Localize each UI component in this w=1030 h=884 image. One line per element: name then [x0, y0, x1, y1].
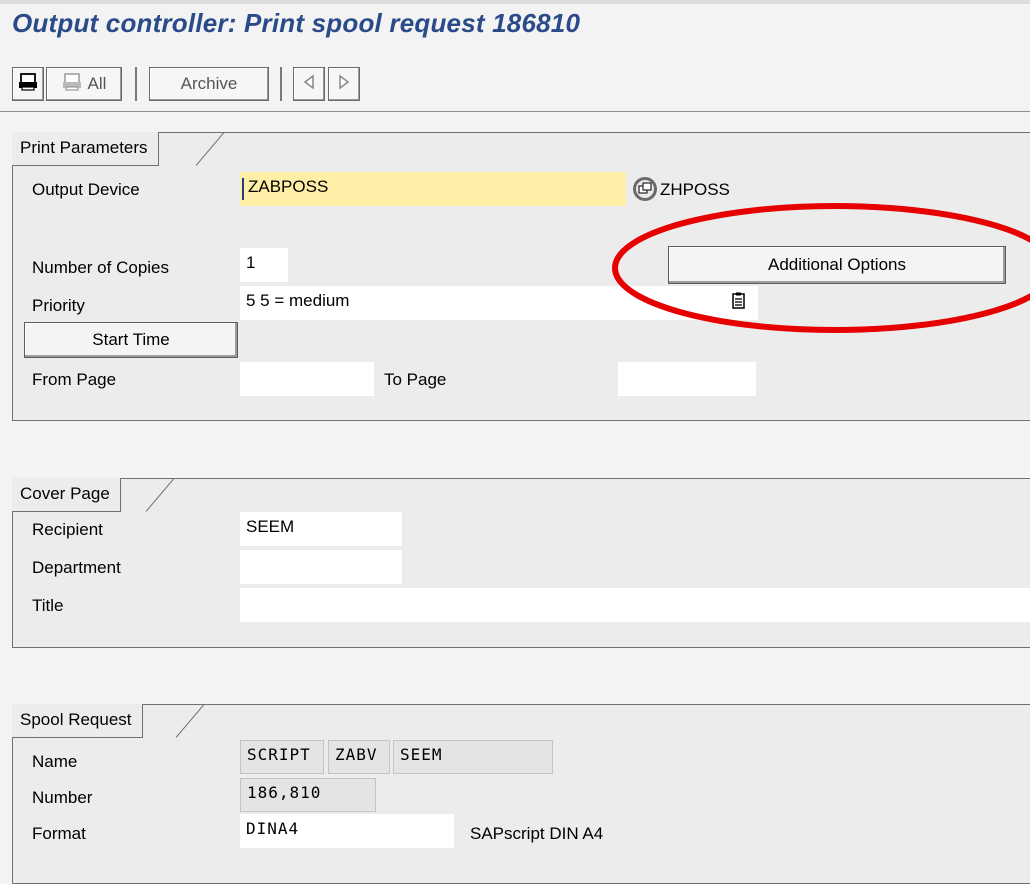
print-button[interactable] [12, 67, 44, 101]
next-button[interactable] [328, 67, 360, 101]
output-device-label: Output Device [32, 180, 140, 199]
next-icon [337, 74, 351, 95]
recipient-label: Recipient [32, 520, 103, 539]
spool-name-field-2: ZABV [328, 740, 390, 774]
spool-number-label: Number [32, 788, 93, 807]
format-description: SAPscript DIN A4 [470, 824, 604, 843]
department-field[interactable] [240, 550, 402, 584]
toolbar-separator [280, 67, 282, 101]
tab-corner [176, 704, 204, 738]
page-title: Output controller: Print spool request 1… [12, 8, 581, 38]
print-parameters-tab: Print Parameters [12, 132, 159, 166]
spool-name-label: Name [32, 752, 78, 771]
previous-button[interactable] [293, 67, 325, 101]
print-all-label: All [87, 74, 107, 93]
printer-disabled-icon [62, 72, 82, 97]
device-icon [632, 177, 658, 206]
spool-name-field-1: SCRIPT [240, 740, 324, 774]
copies-label: Number of Copies [32, 258, 170, 277]
spool-number-field: 186,810 [240, 778, 376, 812]
archive-button[interactable]: Archive [149, 67, 269, 101]
start-time-button[interactable]: Start Time [24, 322, 238, 358]
print-all-button[interactable]: All [46, 67, 122, 101]
archive-label: Archive [180, 74, 238, 93]
previous-icon [302, 74, 316, 95]
spool-name-field-3: SEEM [393, 740, 553, 774]
copies-field[interactable]: 1 [240, 248, 288, 282]
format-label: Format [32, 824, 86, 843]
from-page-label: From Page [32, 370, 117, 389]
additional-options-button[interactable]: Additional Options [668, 246, 1006, 284]
priority-dropdown-icon[interactable] [732, 292, 746, 310]
additional-options-label: Additional Options [768, 255, 906, 274]
tab-corner [196, 132, 224, 166]
format-field[interactable]: DINA4 [240, 814, 454, 848]
to-page-field[interactable] [618, 362, 756, 396]
priority-label: Priority [32, 296, 85, 315]
cover-page-tab: Cover Page [12, 478, 121, 512]
toolbar-divider [0, 111, 1030, 112]
spool-request-tab: Spool Request [12, 704, 143, 738]
output-device-description: ZHPOSS [660, 180, 730, 199]
title-label: Title [32, 596, 64, 615]
printer-icon [18, 72, 38, 97]
device-help-button[interactable] [632, 176, 658, 202]
recipient-field[interactable]: SEEM [240, 512, 402, 546]
title-bar-separator [0, 0, 1030, 4]
start-time-label: Start Time [92, 330, 170, 349]
toolbar-separator [135, 67, 137, 101]
to-page-label: To Page [384, 370, 447, 389]
priority-field[interactable]: 5 5 = medium [240, 286, 758, 320]
tab-corner [146, 478, 174, 512]
spool-request-group [12, 704, 1030, 884]
output-device-field[interactable]: ZABPOSS [240, 172, 626, 206]
text-cursor [242, 178, 244, 200]
title-field[interactable] [240, 588, 1030, 622]
department-label: Department [32, 558, 121, 577]
from-page-field[interactable] [240, 362, 374, 396]
